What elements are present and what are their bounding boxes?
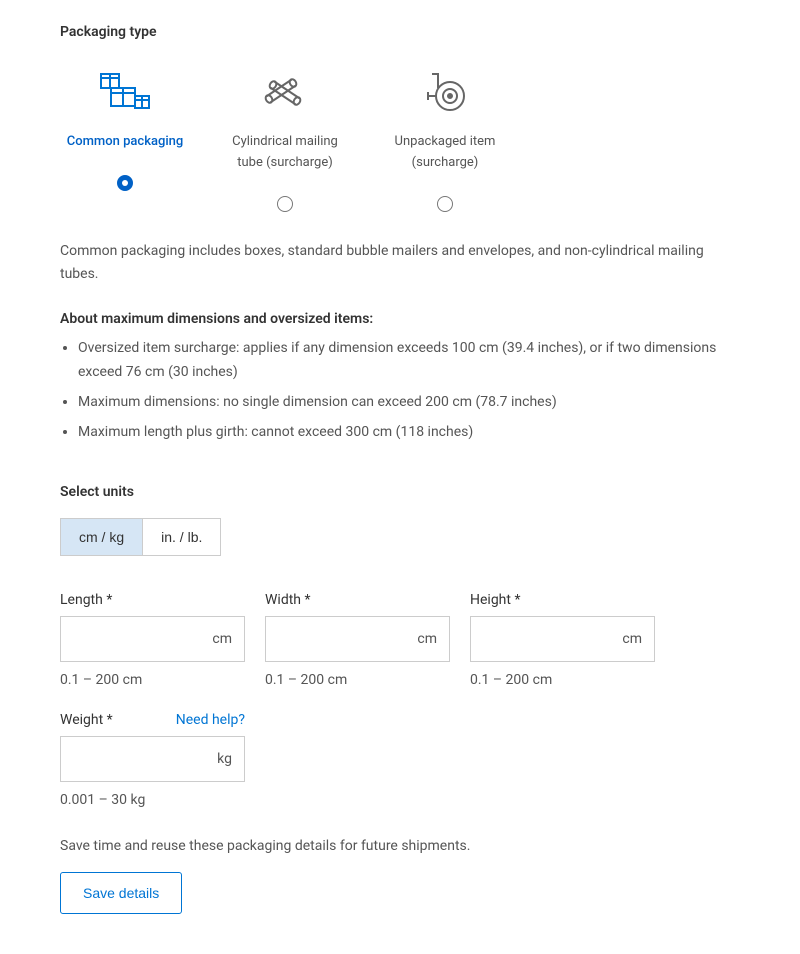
packaging-option-label: Cylindrical mailing tube (surcharge)	[220, 132, 350, 174]
dimension-fields: Length * cm 0.1 – 200 cm Width * cm 0.1 …	[60, 592, 740, 688]
unit-option-metric[interactable]: cm / kg	[61, 519, 142, 555]
dimensions-heading: About maximum dimensions and oversized i…	[60, 311, 740, 327]
height-hint: 0.1 – 200 cm	[470, 672, 655, 688]
radio-icon	[437, 196, 453, 212]
width-field-group: Width * cm 0.1 – 200 cm	[265, 592, 450, 688]
length-input-wrap: cm	[60, 616, 245, 662]
width-label: Width *	[265, 592, 311, 608]
boxes-icon	[99, 68, 151, 116]
width-input[interactable]	[266, 617, 449, 661]
tube-icon	[261, 68, 309, 116]
width-input-wrap: cm	[265, 616, 450, 662]
packaging-option-common[interactable]: Common packaging	[60, 68, 190, 212]
height-input-wrap: cm	[470, 616, 655, 662]
weight-row: Weight * Need help? kg 0.001 – 30 kg	[60, 712, 740, 808]
radio-icon	[277, 196, 293, 212]
list-item: Oversized item surcharge: applies if any…	[78, 337, 740, 385]
save-details-button[interactable]: Save details	[60, 872, 182, 914]
section-title: Packaging type	[60, 24, 740, 40]
units-label: Select units	[60, 484, 740, 500]
weight-hint: 0.001 – 30 kg	[60, 792, 245, 808]
height-input[interactable]	[471, 617, 654, 661]
packaging-option-tube[interactable]: Cylindrical mailing tube (surcharge)	[220, 68, 350, 212]
length-field-group: Length * cm 0.1 – 200 cm	[60, 592, 245, 688]
save-note: Save time and reuse these packaging deta…	[60, 838, 740, 854]
packaging-option-label: Common packaging	[67, 132, 184, 153]
length-label: Length *	[60, 592, 112, 608]
width-hint: 0.1 – 200 cm	[265, 672, 450, 688]
length-hint: 0.1 – 200 cm	[60, 672, 245, 688]
dimensions-list: Oversized item surcharge: applies if any…	[60, 337, 740, 444]
weight-field-group: Weight * Need help? kg 0.001 – 30 kg	[60, 712, 245, 808]
list-item: Maximum dimensions: no single dimension …	[78, 391, 740, 415]
packaging-option-label: Unpackaged item (surcharge)	[380, 132, 510, 174]
weight-help-link[interactable]: Need help?	[176, 712, 245, 728]
height-label: Height *	[470, 592, 520, 608]
weight-input-wrap: kg	[60, 736, 245, 782]
height-field-group: Height * cm 0.1 – 200 cm	[470, 592, 655, 688]
packaging-options: Common packaging Cylindrical mailing tub…	[60, 68, 740, 212]
packaging-description: Common packaging includes boxes, standar…	[60, 240, 740, 288]
units-toggle: cm / kg in. / lb.	[60, 518, 221, 556]
tire-icon	[420, 68, 470, 116]
packaging-option-unpackaged[interactable]: Unpackaged item (surcharge)	[380, 68, 510, 212]
weight-label: Weight *	[60, 712, 113, 728]
length-input[interactable]	[61, 617, 244, 661]
list-item: Maximum length plus girth: cannot exceed…	[78, 421, 740, 445]
radio-icon	[117, 175, 133, 191]
weight-input[interactable]	[61, 737, 244, 781]
unit-option-imperial[interactable]: in. / lb.	[142, 519, 220, 555]
